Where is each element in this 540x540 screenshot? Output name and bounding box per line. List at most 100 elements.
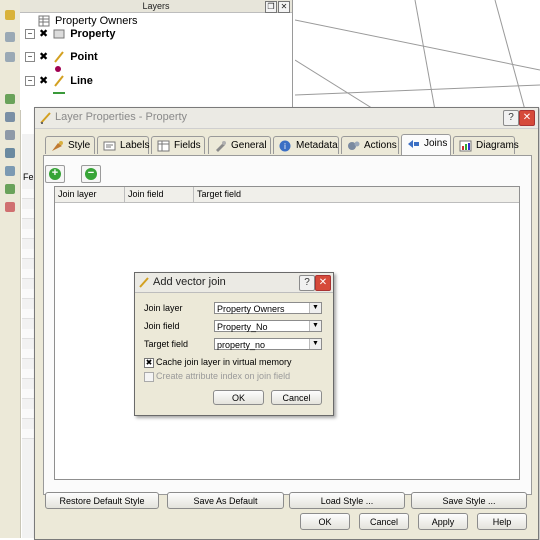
apply-button[interactable]: Apply	[418, 513, 468, 530]
collapse-icon[interactable]: −	[25, 51, 35, 62]
tab-labels[interactable]: Labels	[97, 136, 149, 154]
add-spatialite-layer-button[interactable]	[3, 146, 19, 160]
tab-actions[interactable]: Actions	[341, 136, 399, 154]
help-button[interactable]: Help	[477, 513, 527, 530]
save-as-default-button[interactable]: Save As Default	[167, 492, 284, 509]
join-ok-button[interactable]: OK	[213, 390, 264, 405]
restore-default-style-button[interactable]: Restore Default Style	[45, 492, 159, 509]
close-icon[interactable]: ✕	[315, 275, 331, 291]
remove-join-button[interactable]: −	[81, 165, 101, 183]
help-title-button[interactable]: ?	[299, 275, 315, 291]
layer-item-property[interactable]: − ✖ Property	[25, 27, 115, 40]
pencil-icon	[40, 112, 51, 124]
metadata-icon: i	[279, 140, 291, 152]
tab-style[interactable]: Style	[45, 136, 95, 154]
target-field-value: property_no	[217, 340, 266, 350]
joins-icon	[408, 140, 419, 148]
tab-label: General	[231, 140, 267, 151]
layer-item-point[interactable]: − ✖ Point	[25, 50, 98, 63]
tab-label: Style	[68, 140, 91, 151]
tab-label: Diagrams	[476, 140, 519, 151]
join-field-value: Property_No	[217, 322, 268, 332]
cache-join-layer-label: Cache join layer in virtual memory	[156, 357, 292, 367]
node-tool-button[interactable]	[3, 50, 19, 64]
visibility-checkbox-icon[interactable]: ✖	[39, 27, 48, 40]
point-symbol-icon	[55, 66, 61, 72]
layer-item-property-owners[interactable]: Property Owners	[38, 15, 138, 27]
diagrams-icon	[459, 140, 472, 152]
table-layer-icon	[38, 15, 50, 27]
tab-label: Fields	[174, 140, 201, 151]
polygon-layer-icon	[53, 29, 65, 38]
load-style-button[interactable]: Load Style ...	[289, 492, 405, 509]
cache-join-layer-checkbox[interactable]: ✖	[144, 358, 154, 368]
map-canvas[interactable]	[295, 0, 540, 110]
create-index-label: Create attribute index on join field	[156, 371, 291, 381]
add-wms-layer-button[interactable]	[3, 164, 19, 178]
target-field-select[interactable]: property_no ▼	[214, 338, 322, 350]
join-field-label: Join field	[144, 321, 180, 331]
tab-label: Labels	[120, 140, 150, 151]
join-layer-value: Property Owners	[217, 304, 285, 314]
tab-fields[interactable]: Fields	[151, 136, 205, 154]
side-panel-label: Fe	[23, 172, 34, 182]
minus-icon: −	[85, 168, 97, 180]
add-join-button[interactable]: +	[45, 165, 65, 183]
left-toolbar	[0, 0, 21, 538]
move-feature-tool-button[interactable]	[3, 30, 19, 44]
float-panel-icon[interactable]: ❐	[265, 1, 277, 13]
digitize-tool-button[interactable]	[3, 8, 19, 22]
layers-title-text: Layers	[142, 1, 170, 11]
collapse-icon[interactable]: −	[25, 75, 35, 86]
add-wfs-layer-button[interactable]	[3, 182, 19, 196]
actions-icon	[348, 141, 360, 150]
join-field-select[interactable]: Property_No ▼	[214, 320, 322, 332]
close-icon[interactable]: ✕	[519, 110, 535, 126]
column-header-target-field[interactable]: Target field	[194, 187, 519, 202]
collapse-icon[interactable]: −	[25, 28, 35, 39]
join-cancel-button[interactable]: Cancel	[271, 390, 322, 405]
cancel-button[interactable]: Cancel	[359, 513, 409, 530]
plus-icon: +	[49, 168, 61, 180]
visibility-checkbox-icon[interactable]: ✖	[39, 74, 48, 87]
add-postgis-layer-button[interactable]	[3, 128, 19, 142]
join-layer-select[interactable]: Property Owners ▼	[214, 302, 322, 314]
tab-diagrams[interactable]: Diagrams	[453, 136, 519, 154]
add-vector-join-titlebar[interactable]: Add vector join ? ✕	[135, 273, 333, 293]
add-vector-layer-button[interactable]	[3, 92, 19, 106]
ok-button[interactable]: OK	[300, 513, 350, 530]
help-title-button[interactable]: ?	[503, 110, 519, 126]
chevron-down-icon[interactable]: ▼	[309, 303, 321, 313]
visibility-checkbox-icon[interactable]: ✖	[39, 50, 48, 63]
joins-table-header: Join layer Join field Target field	[55, 187, 519, 203]
target-field-label: Target field	[144, 339, 189, 349]
layer-label: Line	[70, 74, 93, 87]
add-vector-join-title: Add vector join	[153, 276, 226, 288]
layer-item-line[interactable]: − ✖ Line	[25, 74, 93, 87]
pencil-icon	[139, 277, 149, 288]
join-layer-label: Join layer	[144, 303, 183, 313]
close-panel-icon[interactable]: ✕	[278, 1, 290, 13]
general-icon	[216, 141, 226, 152]
add-raster-layer-button[interactable]	[3, 110, 19, 124]
layers-panel: Layers ❐ ✕ Property Owners − ✖ Property …	[20, 0, 293, 110]
layer-properties-titlebar[interactable]: Layer Properties - Property ? ✕	[35, 108, 538, 129]
tab-metadata[interactable]: i Metadata	[273, 136, 339, 154]
column-header-join-field[interactable]: Join field	[125, 187, 194, 202]
add-vector-join-dialog: Add vector join ? ✕ Join layer Property …	[134, 272, 334, 416]
column-header-join-layer[interactable]: Join layer	[55, 187, 125, 202]
tab-joins[interactable]: Joins	[401, 134, 451, 155]
labels-icon	[103, 141, 116, 151]
layers-panel-title: Layers ❐ ✕	[20, 0, 292, 13]
tab-label: Metadata	[296, 140, 338, 151]
pencil-edit-icon	[54, 50, 64, 63]
line-symbol-icon	[53, 92, 65, 94]
new-layer-button[interactable]	[3, 200, 19, 214]
save-style-button[interactable]: Save Style ...	[411, 492, 527, 509]
tab-general[interactable]: General	[208, 136, 271, 154]
chevron-down-icon[interactable]: ▼	[309, 321, 321, 331]
create-index-checkbox[interactable]	[144, 372, 154, 382]
chevron-down-icon[interactable]: ▼	[309, 339, 321, 349]
svg-text:i: i	[284, 142, 286, 151]
pencil-edit-icon	[54, 74, 64, 87]
